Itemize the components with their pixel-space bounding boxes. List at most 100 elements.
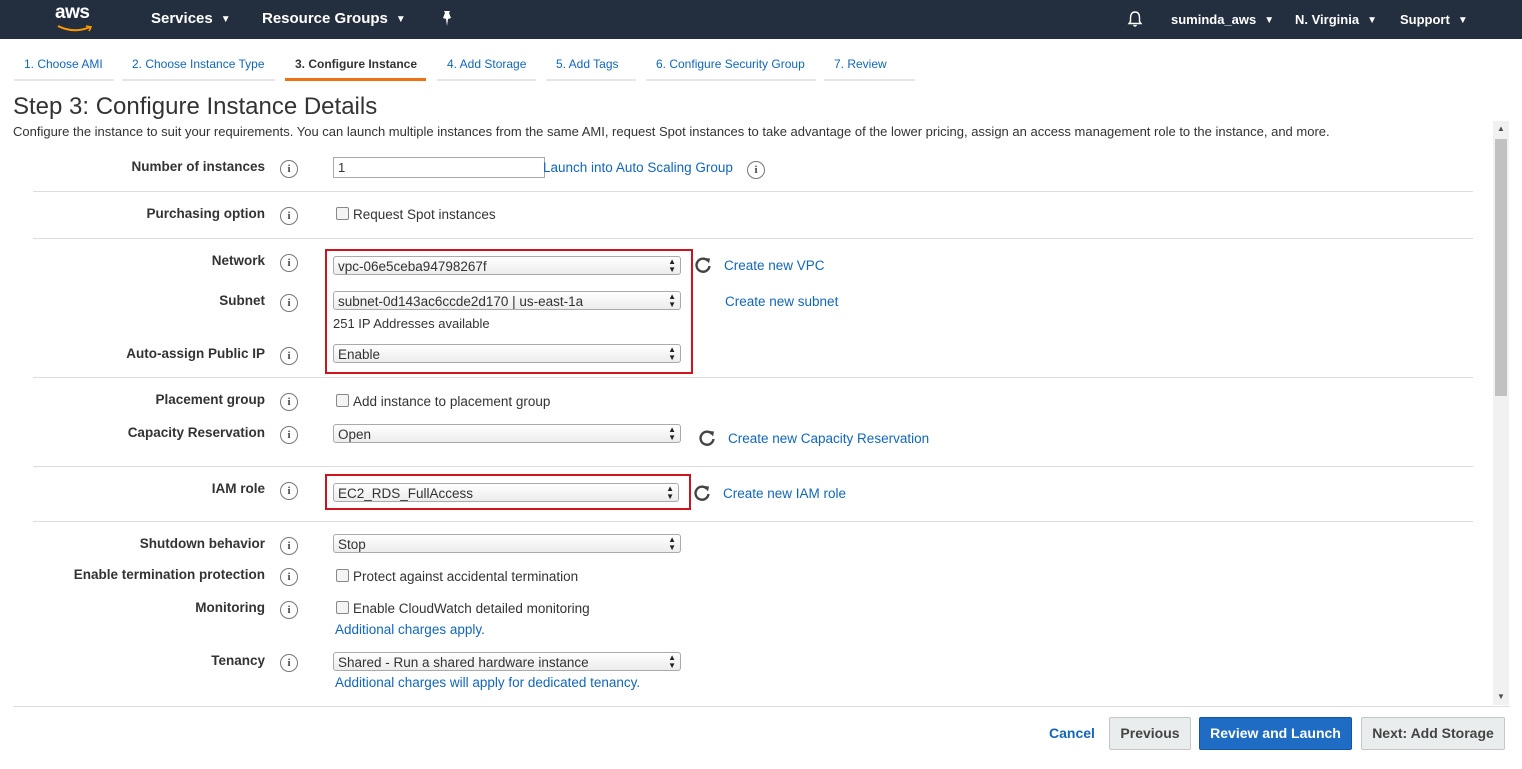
select-arrows-icon: ▲ ▼ <box>668 345 676 362</box>
chevron-down-icon: ▼ <box>1457 15 1468 26</box>
create-vpc-link[interactable]: Create new VPC <box>724 258 825 273</box>
checkbox[interactable] <box>336 207 349 220</box>
top-navigation: aws Services ▼ Resource Groups ▼ suminda_a… <box>0 0 1522 39</box>
region-menu[interactable]: N. Virginia ▼ <box>1295 12 1377 27</box>
tab-configure-security-group[interactable]: 6. Configure Security Group <box>646 51 816 81</box>
termination-protection-label: Enable termination protection <box>73 567 265 582</box>
additional-charges-link[interactable]: Additional charges apply. <box>335 622 485 637</box>
request-spot-checkbox[interactable]: Request Spot instances <box>336 207 496 222</box>
number-of-instances-label: Number of instances <box>131 159 265 174</box>
info-icon[interactable]: i <box>280 294 298 312</box>
scrollbar-thumb[interactable] <box>1495 139 1507 396</box>
placement-group-label: Placement group <box>155 392 265 407</box>
network-select[interactable]: vpc-06e5ceba94798267f ▲ ▼ <box>333 256 681 275</box>
divider <box>33 521 1473 522</box>
info-icon[interactable]: i <box>280 254 298 272</box>
resource-groups-menu[interactable]: Resource Groups ▼ <box>262 10 406 27</box>
wizard-tabs: 1. Choose AMI 2. Choose Instance Type 3.… <box>0 39 1522 83</box>
monitoring-checkbox[interactable]: Enable CloudWatch detailed monitoring <box>336 601 590 616</box>
divider <box>33 377 1473 378</box>
user-menu[interactable]: suminda_aws ▼ <box>1171 12 1274 27</box>
checkbox[interactable] <box>336 601 349 614</box>
aws-smile-icon <box>57 25 93 32</box>
refresh-icon[interactable] <box>694 256 712 274</box>
resource-groups-label: Resource Groups <box>262 10 388 27</box>
info-icon[interactable]: i <box>280 654 298 672</box>
chevron-down-icon: ▼ <box>395 14 406 25</box>
network-value: vpc-06e5ceba94798267f <box>338 259 487 274</box>
create-capacity-reservation-link[interactable]: Create new Capacity Reservation <box>728 431 929 446</box>
tab-add-tags[interactable]: 5. Add Tags <box>546 51 636 81</box>
tab-choose-ami[interactable]: 1. Choose AMI <box>14 51 114 81</box>
info-icon[interactable]: i <box>280 207 298 225</box>
subnet-select[interactable]: subnet-0d143ac6ccde2d170 | us-east-1a ▲ ▼ <box>333 291 681 310</box>
tenancy-select[interactable]: Shared - Run a shared hardware instance ▲… <box>333 652 681 671</box>
tab-add-storage[interactable]: 4. Add Storage <box>437 51 536 81</box>
info-icon[interactable]: i <box>280 568 298 586</box>
refresh-icon[interactable] <box>693 484 711 502</box>
info-icon[interactable]: i <box>280 347 298 365</box>
termination-protection-checkbox-label: Protect against accidental termination <box>353 569 579 584</box>
purchasing-option-label: Purchasing option <box>146 206 265 221</box>
dedicated-tenancy-link[interactable]: Additional charges will apply for dedica… <box>335 675 640 690</box>
info-icon[interactable]: i <box>280 426 298 444</box>
create-iam-role-link[interactable]: Create new IAM role <box>723 486 846 501</box>
termination-protection-checkbox[interactable]: Protect against accidental termination <box>336 569 578 584</box>
chevron-down-icon: ▼ <box>220 14 231 25</box>
scroll-down-icon[interactable]: ▼ <box>1497 692 1505 701</box>
scroll-up-icon[interactable]: ▲ <box>1497 124 1505 133</box>
tenancy-value: Shared - Run a shared hardware instance <box>338 655 589 670</box>
user-label: suminda_aws <box>1171 12 1257 27</box>
auto-assign-ip-value: Enable <box>338 347 381 362</box>
tab-choose-instance-type[interactable]: 2. Choose Instance Type <box>122 51 275 81</box>
select-arrows-icon: ▲ ▼ <box>666 484 674 501</box>
chevron-down-icon: ▼ <box>1264 15 1275 26</box>
select-arrows-icon: ▲ ▼ <box>668 653 676 670</box>
previous-button[interactable]: Previous <box>1109 717 1191 750</box>
checkbox[interactable] <box>336 569 349 582</box>
select-arrows-icon: ▲ ▼ <box>668 292 676 309</box>
capacity-reservation-label: Capacity Reservation <box>127 425 265 440</box>
info-icon[interactable]: i <box>747 161 765 179</box>
info-icon[interactable]: i <box>280 160 298 178</box>
info-icon[interactable]: i <box>280 537 298 555</box>
tab-review[interactable]: 7. Review <box>824 51 915 81</box>
launch-auto-scaling-link[interactable]: Launch into Auto Scaling Group <box>543 160 733 175</box>
select-arrows-icon: ▲ ▼ <box>668 535 676 552</box>
checkbox[interactable] <box>336 394 349 407</box>
refresh-icon[interactable] <box>698 429 716 447</box>
ip-available-text: 251 IP Addresses available <box>333 316 490 331</box>
capacity-reservation-select[interactable]: Open ▲ ▼ <box>333 424 681 443</box>
number-of-instances-input[interactable] <box>333 157 545 178</box>
services-menu[interactable]: Services ▼ <box>151 10 231 27</box>
shutdown-behavior-select[interactable]: Stop ▲ ▼ <box>333 534 681 553</box>
placement-group-checkbox[interactable]: Add instance to placement group <box>336 394 550 409</box>
auto-assign-ip-select[interactable]: Enable ▲ ▼ <box>333 344 681 363</box>
monitoring-label: Monitoring <box>195 600 265 615</box>
support-menu[interactable]: Support ▼ <box>1400 12 1468 27</box>
iam-role-label: IAM role <box>211 481 265 496</box>
iam-role-select[interactable]: EC2_RDS_FullAccess ▲ ▼ <box>333 483 679 502</box>
aws-logo[interactable]: aws <box>55 2 97 35</box>
info-icon[interactable]: i <box>280 393 298 411</box>
cancel-button[interactable]: Cancel <box>1049 725 1095 741</box>
request-spot-label: Request Spot instances <box>353 207 496 222</box>
info-icon[interactable]: i <box>280 601 298 619</box>
monitoring-checkbox-label: Enable CloudWatch detailed monitoring <box>353 601 590 616</box>
next-add-storage-button[interactable]: Next: Add Storage <box>1361 717 1505 750</box>
footer-divider <box>13 706 1510 707</box>
aws-logo-text: aws <box>55 2 90 23</box>
info-icon[interactable]: i <box>280 482 298 500</box>
divider <box>33 191 1473 192</box>
create-subnet-link[interactable]: Create new subnet <box>725 294 838 309</box>
divider <box>33 466 1473 467</box>
bell-icon[interactable] <box>1126 10 1144 28</box>
capacity-reservation-value: Open <box>338 427 372 442</box>
page-description: Configure the instance to suit your requ… <box>13 124 1330 139</box>
chevron-down-icon: ▼ <box>1367 15 1377 26</box>
auto-assign-ip-label: Auto-assign Public IP <box>126 346 265 361</box>
tab-configure-instance[interactable]: 3. Configure Instance <box>285 51 426 81</box>
subnet-value: subnet-0d143ac6ccde2d170 | us-east-1a <box>338 294 584 309</box>
review-and-launch-button[interactable]: Review and Launch <box>1199 717 1352 750</box>
pin-icon[interactable] <box>439 10 455 28</box>
